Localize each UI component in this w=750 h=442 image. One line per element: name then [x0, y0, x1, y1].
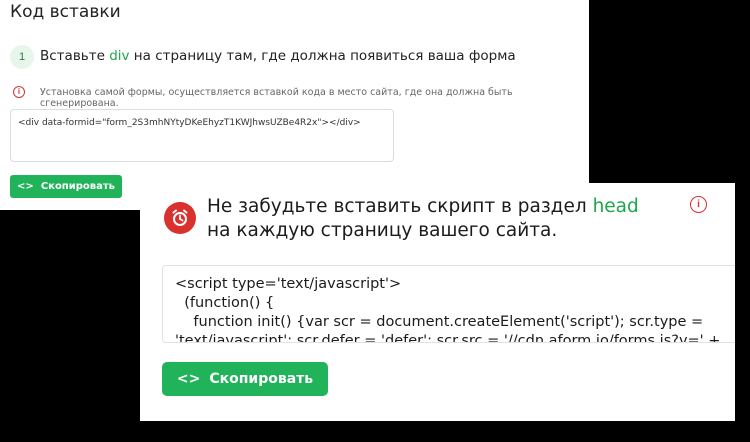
copy-button-label: Скопировать	[40, 181, 115, 192]
script-notice-card: Не забудьте вставить скрипт в раздел hea…	[140, 183, 735, 421]
step-text-after: на страницу там, где должна появиться ва…	[129, 48, 516, 64]
panel-title: Код вставки	[10, 2, 121, 22]
step-text-before: Вставьте	[40, 48, 110, 64]
copy-form-code-button[interactable]: <> Скопировать	[10, 175, 122, 198]
copy-button-label: Скопировать	[209, 371, 314, 387]
step-instruction: Вставьте div на страницу там, где должна…	[40, 48, 516, 64]
embed-code-panel: Код вставки 1 Вставьте div на страницу т…	[0, 0, 589, 210]
script-code-field[interactable]: <script type='text/javascript'> (functio…	[162, 265, 735, 343]
notice-text-highlight: head	[592, 196, 639, 217]
script-notice-text: Не забудьте вставить скрипт в раздел hea…	[207, 195, 667, 243]
alarm-clock-icon	[164, 202, 196, 234]
info-text: Установка самой формы, осуществляется вс…	[40, 87, 513, 109]
info-icon[interactable]: i	[690, 196, 707, 213]
step-number-badge: 1	[10, 45, 34, 69]
copy-script-button[interactable]: <> Скопировать	[162, 362, 328, 396]
code-brackets-icon: <>	[176, 371, 201, 387]
info-icon: i	[13, 86, 25, 98]
notice-text-before: Не забудьте вставить скрипт в раздел	[207, 196, 593, 217]
step-text-highlight: div	[109, 48, 130, 64]
form-code-field[interactable]: <div data-formid="form_2S3mhNYtyDKeEhyzT…	[10, 109, 394, 162]
code-brackets-icon: <>	[17, 181, 34, 192]
notice-text-after: на каждую страницу вашего сайта.	[207, 220, 558, 241]
